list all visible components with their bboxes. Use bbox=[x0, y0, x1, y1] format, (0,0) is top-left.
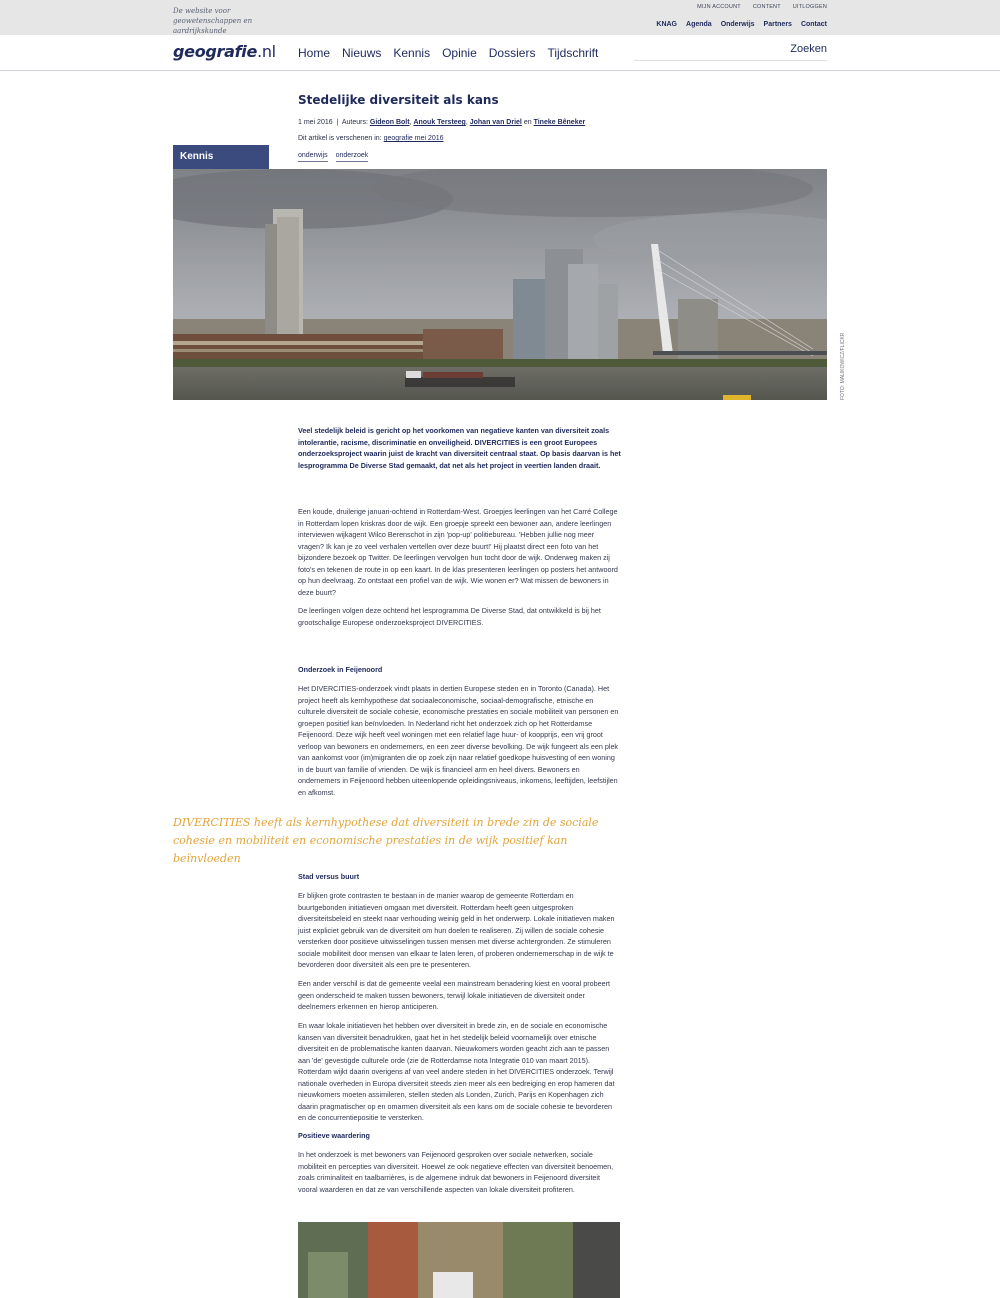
site-tagline: De website voor geowetenschappen en aard… bbox=[173, 7, 253, 35]
nav-opinie[interactable]: Opinie bbox=[442, 46, 477, 60]
published-in: Dit artikel is verschenen in: geografie … bbox=[298, 135, 444, 142]
article-meta: 1 mei 2016 | Auteurs: Gideon Bolt, Anouk… bbox=[298, 119, 586, 126]
nav-dossiers[interactable]: Dossiers bbox=[489, 46, 536, 60]
onderwijs-link[interactable]: Onderwijs bbox=[721, 21, 755, 28]
author-link[interactable]: Gideon Bolt bbox=[370, 119, 410, 126]
paragraph-5: Een ander verschil is dat de gemeente ve… bbox=[298, 979, 611, 1011]
paragraph-6: En waar lokale initiatieven het hebben o… bbox=[298, 1021, 615, 1122]
article-title: Stedelijke diversiteit als kans bbox=[298, 93, 499, 107]
article-date: 1 mei 2016 bbox=[298, 119, 333, 126]
site-header: geografie.nl Home Nieuws Kennis Opinie D… bbox=[0, 35, 1000, 71]
tag-onderzoek[interactable]: onderzoek bbox=[335, 152, 369, 162]
photo-credit: FOTO: MALIKOWICZ/FLICKR bbox=[828, 330, 846, 400]
knag-link[interactable]: KNAG bbox=[656, 21, 677, 28]
author-link[interactable]: Anouk Tersteeg bbox=[413, 119, 465, 126]
logo-suffix: .nl bbox=[257, 42, 276, 61]
hero-image bbox=[173, 169, 827, 400]
section-label-text: Kennis bbox=[180, 151, 214, 162]
published-prefix: Dit artikel is verschenen in: bbox=[298, 135, 382, 142]
street-illustration bbox=[298, 1222, 620, 1298]
logo-bold: geografie bbox=[173, 42, 258, 61]
heading-onderzoek: Onderzoek in Feijenoord bbox=[298, 665, 383, 674]
skyline-illustration bbox=[173, 169, 827, 400]
nav-kennis[interactable]: Kennis bbox=[393, 46, 430, 60]
paragraph-1: Een koude, druilerige januari-ochtend in… bbox=[298, 507, 618, 597]
main-nav: Home Nieuws Kennis Opinie Dossiers Tijds… bbox=[298, 46, 598, 60]
author-link[interactable]: Tineke Bêneker bbox=[534, 119, 586, 126]
paragraph-2: De leerlingen volgen deze ochtend het le… bbox=[298, 606, 601, 627]
article-image-2 bbox=[298, 1222, 620, 1298]
pull-quote: DIVERCITIES heeft als kernhypothese dat … bbox=[173, 816, 599, 865]
paragraph-3: Het DIVERCITIES-onderzoek vindt plaats i… bbox=[298, 684, 619, 797]
logout-link[interactable]: UITLOGGEN bbox=[793, 4, 827, 10]
contact-link[interactable]: Contact bbox=[801, 21, 827, 28]
partners-link[interactable]: Partners bbox=[764, 21, 792, 28]
top-band: De website voor geowetenschappen en aard… bbox=[0, 0, 1000, 35]
tag-list: onderwijs onderzoek bbox=[298, 152, 369, 162]
authors-prefix: Auteurs: bbox=[341, 119, 368, 126]
secondary-nav: KNAG Agenda Onderwijs Partners Contact bbox=[656, 21, 827, 28]
my-account-link[interactable]: MIJN ACCOUNT bbox=[697, 4, 741, 10]
search-input[interactable]: Zoeken bbox=[634, 43, 827, 61]
author-link[interactable]: Johan van Driel bbox=[470, 119, 522, 126]
heading-waardering: Positieve waardering bbox=[298, 1131, 370, 1140]
tag-onderwijs[interactable]: onderwijs bbox=[298, 152, 328, 162]
paragraph-7: In het onderzoek is met bewoners van Fei… bbox=[298, 1150, 614, 1194]
heading-stad: Stad versus buurt bbox=[298, 872, 360, 881]
and-word: en bbox=[523, 119, 532, 126]
issue-link[interactable]: geografie mei 2016 bbox=[384, 135, 444, 142]
site-logo[interactable]: geografie.nl bbox=[173, 42, 276, 61]
agenda-link[interactable]: Agenda bbox=[686, 21, 712, 28]
photo-credit-text: FOTO: MALIKOWICZ/FLICKR bbox=[840, 332, 846, 400]
nav-tijdschrift[interactable]: Tijdschrift bbox=[547, 46, 598, 60]
paragraph-4: Er blijken grote contrasten te bestaan i… bbox=[298, 891, 615, 969]
utility-nav: MIJN ACCOUNT CONTENT UITLOGGEN bbox=[697, 4, 827, 10]
article-lead: Veel stedelijk beleid is gericht op het … bbox=[298, 426, 621, 470]
nav-home[interactable]: Home bbox=[298, 46, 330, 60]
nav-nieuws[interactable]: Nieuws bbox=[342, 46, 381, 60]
content-link[interactable]: CONTENT bbox=[753, 4, 781, 10]
